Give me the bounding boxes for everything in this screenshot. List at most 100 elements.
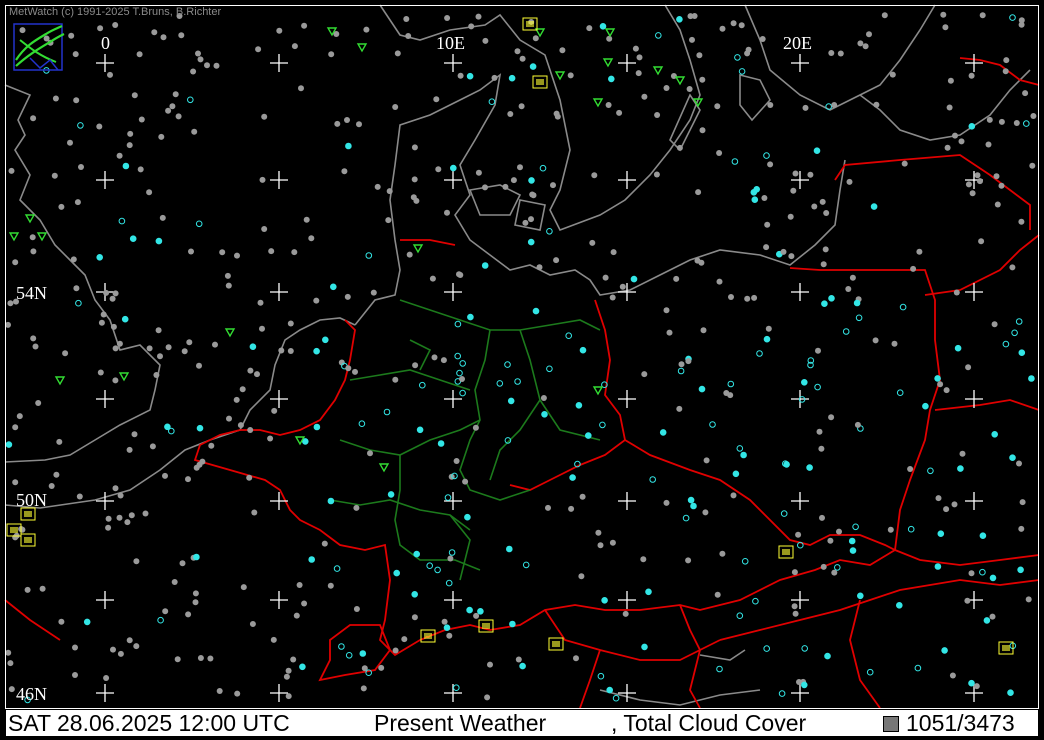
station-marker (444, 15, 451, 21)
station-marker (532, 35, 539, 42)
station-marker (751, 294, 758, 301)
station-marker (508, 74, 516, 82)
station-marker (949, 672, 956, 679)
station-marker (126, 446, 133, 453)
station-marker (802, 104, 809, 111)
station-marker (744, 295, 751, 302)
station-marker (259, 176, 266, 183)
station-marker (353, 504, 360, 511)
station-marker (413, 550, 421, 558)
station-marker (224, 272, 231, 279)
station-marker (129, 235, 137, 242)
station-marker (122, 162, 130, 170)
station-marker (303, 216, 310, 223)
station-marker (58, 618, 65, 625)
station-marker (155, 237, 163, 245)
station-marker (73, 97, 80, 104)
station-marker (559, 47, 566, 54)
station-marker (405, 33, 412, 39)
station-marker (259, 325, 265, 332)
station-marker (640, 556, 647, 563)
station-marker (818, 445, 825, 452)
station-marker (973, 683, 980, 690)
station-marker (151, 29, 158, 36)
layer-icon[interactable] (883, 716, 899, 732)
station-marker (946, 104, 953, 111)
station-marker (545, 504, 551, 511)
station-marker (759, 36, 766, 42)
station-marker (112, 22, 119, 28)
station-marker (327, 582, 334, 589)
station-marker (609, 539, 616, 546)
station-marker (685, 358, 692, 365)
station-marker (196, 461, 203, 468)
station-marker (957, 465, 964, 472)
station-marker (698, 259, 705, 266)
station-marker (579, 346, 587, 354)
weather-map[interactable] (0, 0, 1044, 740)
station-marker (828, 414, 835, 421)
station-marker (828, 50, 835, 56)
station-marker (820, 563, 827, 570)
station-marker (958, 138, 965, 145)
station-marker (744, 50, 751, 57)
station-marker (109, 295, 116, 302)
station-marker (468, 23, 475, 30)
station-marker (475, 13, 482, 20)
station-marker (255, 46, 262, 53)
station-marker (276, 27, 283, 34)
station-marker (509, 620, 516, 628)
station-marker (837, 50, 844, 57)
station-marker (482, 37, 489, 44)
station-marker (158, 133, 165, 140)
station-marker (522, 219, 529, 226)
station-marker (239, 386, 246, 393)
station-marker (464, 513, 471, 521)
station-marker (251, 509, 258, 516)
station-marker (287, 320, 294, 327)
longitude-label-20e: 20E (783, 33, 812, 53)
station-marker (941, 647, 948, 654)
station-marker (462, 478, 469, 485)
station-marker (472, 424, 479, 431)
station-marker (401, 636, 408, 643)
station-marker (951, 501, 958, 508)
station-marker (873, 101, 880, 108)
station-marker (792, 610, 799, 617)
station-marker (532, 307, 540, 315)
station-marker (568, 505, 575, 512)
station-marker (663, 499, 670, 506)
station-marker (763, 244, 770, 251)
station-marker (345, 142, 352, 150)
station-marker (219, 249, 226, 256)
station-marker (212, 341, 218, 348)
station-marker (730, 20, 737, 27)
station-marker (765, 325, 772, 332)
station-marker (185, 611, 192, 618)
station-marker (16, 413, 23, 420)
station-marker (105, 524, 112, 531)
station-marker (716, 278, 723, 285)
station-marker (193, 553, 200, 561)
station-marker (491, 74, 498, 81)
station-marker (112, 485, 119, 492)
station-marker (487, 661, 493, 668)
station-marker (322, 336, 329, 344)
station-marker (356, 121, 362, 128)
station-marker (247, 427, 254, 433)
station-marker (416, 426, 424, 434)
station-marker (62, 350, 69, 357)
station-marker (225, 282, 232, 289)
station-marker (698, 385, 706, 393)
station-marker (392, 647, 399, 654)
station-marker (728, 294, 734, 300)
station-marker (801, 379, 808, 386)
station-marker (586, 25, 593, 32)
station-marker (589, 239, 596, 246)
station-marker (732, 470, 740, 478)
station-marker (881, 12, 888, 19)
station-marker (813, 147, 821, 154)
station-marker (968, 679, 975, 687)
station-marker (585, 432, 592, 439)
station-marker (477, 608, 484, 615)
